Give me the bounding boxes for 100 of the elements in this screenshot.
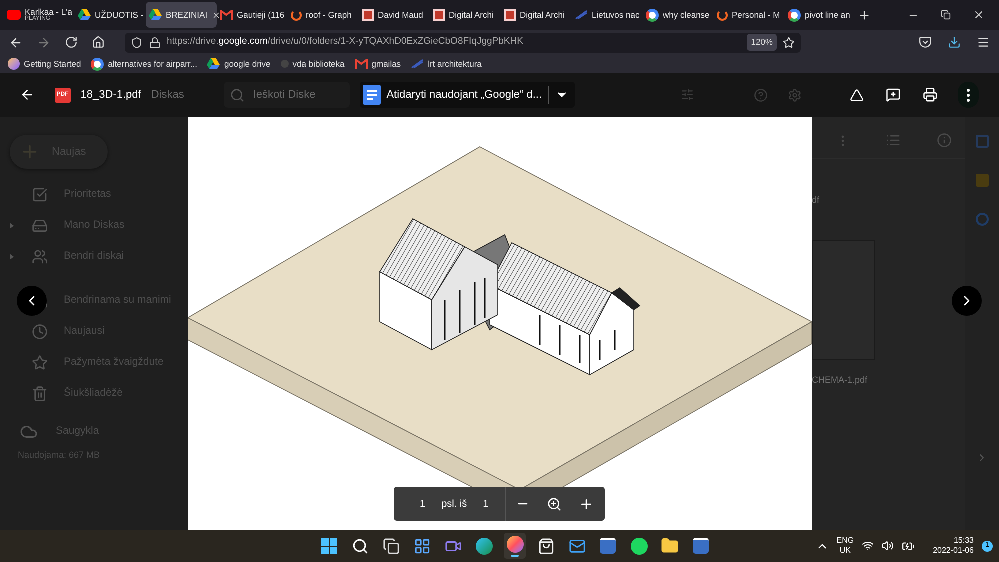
people-icon — [32, 248, 48, 264]
browser-tab[interactable]: BREZINIAI — [146, 2, 217, 28]
pocket-icon[interactable] — [919, 36, 932, 49]
clock-icon — [32, 324, 48, 340]
ring-icon — [291, 10, 302, 20]
swoosh-icon — [411, 59, 424, 69]
menu-icon[interactable] — [977, 36, 990, 49]
battery-icon[interactable] — [902, 540, 916, 552]
browser-tab[interactable]: Digital Archi — [430, 2, 501, 28]
list-view-icon — [886, 133, 901, 148]
url-text: https://drive.google.com/drive/u/0/folders/1-X-yTQAXhD0ExZGieCbO8FIqJggPbKHK — [167, 35, 524, 50]
triangle-logo-icon — [149, 9, 162, 21]
page-of-label: psl. iš — [442, 498, 468, 512]
shopping-bag-icon[interactable] — [538, 538, 554, 554]
tab-title: why cleanse — [663, 10, 710, 20]
tab-title: BREZINIAI — [166, 10, 208, 20]
help-icon — [754, 86, 768, 104]
triangle-logo-icon — [78, 9, 91, 21]
home-icon[interactable] — [92, 36, 105, 49]
tab-title: Lietuvos nac — [592, 10, 640, 20]
windows-logo-icon[interactable] — [321, 538, 337, 554]
more-button[interactable] — [958, 82, 979, 108]
page-number[interactable]: 1 — [420, 496, 426, 512]
bookmark-link[interactable]: Getting Started — [8, 58, 82, 70]
settings-icon — [788, 86, 802, 104]
bookmark-link[interactable]: google drive — [207, 58, 271, 70]
tab-title: David Maud — [378, 10, 424, 20]
browser-tab[interactable]: Gautieji (116 — [217, 2, 288, 28]
shield-icon[interactable] — [131, 36, 143, 48]
browser-tab[interactable]: pivot line an — [785, 2, 856, 28]
info-icon — [937, 133, 952, 148]
tab-title: Digital Archi — [520, 10, 565, 20]
tab-title: pivot line an — [805, 10, 850, 20]
triangle-logo-icon — [207, 58, 220, 70]
overlapping-windows-icon[interactable] — [382, 538, 400, 554]
drive-logo-text: Diskas — [151, 88, 184, 103]
address-bar[interactable]: https://drive.google.com/drive/u/0/folders/1-X-yTQAXhD0ExZGieCbO8FIqJggPbKHK 120% — [125, 32, 801, 52]
widgets-icon[interactable] — [414, 538, 430, 554]
g-logo-icon — [646, 8, 659, 22]
checkbox-icon — [32, 186, 48, 202]
page-total: 1 — [483, 498, 489, 512]
bookmark-link[interactable]: lrt architektura — [411, 58, 482, 70]
file-name: df — [812, 194, 821, 207]
download-icon[interactable] — [948, 36, 961, 49]
tab-title: UŽDUOTIS - — [95, 10, 144, 20]
volume-icon[interactable] — [882, 540, 894, 552]
tab-title: Personal - M — [732, 10, 780, 20]
tab-title: roof - Graph — [306, 10, 352, 20]
forward-icon[interactable] — [37, 36, 51, 50]
tab-title: Digital Archi — [449, 10, 494, 20]
reload-icon[interactable] — [65, 36, 78, 49]
envelope-m-icon — [354, 59, 368, 69]
bookmark-link[interactable]: gmailas — [354, 58, 402, 70]
trash-icon — [32, 386, 48, 402]
browser-tab[interactable]: UŽDUOTIS - — [75, 2, 146, 28]
browser-tab[interactable]: Digital Archi — [501, 2, 572, 28]
search-icon — [230, 88, 246, 102]
swoosh-icon — [575, 10, 588, 20]
document-icon — [362, 85, 381, 105]
zoom-in-icon[interactable] — [578, 496, 594, 512]
bookmark-link[interactable]: alternatives for airparr... — [91, 58, 198, 70]
browser-tab[interactable]: David Maud — [359, 2, 430, 28]
add-comment-icon[interactable] — [886, 86, 901, 104]
sliders-icon — [681, 87, 694, 103]
back-icon[interactable] — [9, 36, 23, 50]
cloud-icon — [20, 423, 38, 441]
print-icon[interactable] — [922, 86, 938, 104]
folder-icon[interactable] — [661, 537, 679, 555]
restore-icon[interactable] — [941, 10, 951, 20]
browser-tab[interactable]: Personal - M — [714, 2, 785, 28]
expand-arrow-icon — [10, 222, 14, 228]
close-icon[interactable] — [973, 9, 985, 21]
open-with-button[interactable]: Atidaryti naudojant „Google“ d... — [360, 82, 576, 108]
more-icon — [966, 88, 970, 102]
browser-tab[interactable]: roof - Graph — [288, 2, 359, 28]
lock-icon — [149, 36, 161, 48]
tab-title: Gautieji (116 — [237, 10, 285, 20]
browser-tab[interactable]: Lietuvos nac — [572, 2, 643, 28]
bookmark-star-icon[interactable] — [783, 36, 795, 48]
clock[interactable]: 15:33 2022-01-06 — [933, 536, 974, 556]
search-icon[interactable] — [352, 538, 368, 554]
browser-tab[interactable]: why cleanse — [643, 2, 714, 28]
new-tab-icon[interactable] — [858, 8, 871, 22]
bookmark-link[interactable]: vda biblioteka — [280, 58, 345, 70]
tab-title: Karlkaa - L'a — [25, 8, 72, 16]
taskbar-app[interactable] — [504, 533, 526, 559]
ring-icon — [717, 10, 728, 20]
g-logo-icon — [788, 8, 801, 22]
zoom-icon[interactable] — [546, 496, 562, 512]
file-name: 18_3D-1.pdf — [80, 88, 142, 103]
expand-arrow-icon — [10, 254, 14, 260]
file-name: CHEMA-1.pdf — [812, 374, 869, 387]
close-icon[interactable] — [212, 10, 221, 20]
g-logo-icon — [91, 58, 104, 70]
envelope-icon[interactable] — [568, 538, 586, 554]
drive-icon — [32, 218, 48, 234]
language-indicator[interactable]: ENG UK — [836, 536, 854, 556]
zoom-level[interactable]: 120% — [747, 34, 777, 51]
envelope-m-icon — [220, 10, 233, 20]
star-icon — [32, 354, 48, 370]
